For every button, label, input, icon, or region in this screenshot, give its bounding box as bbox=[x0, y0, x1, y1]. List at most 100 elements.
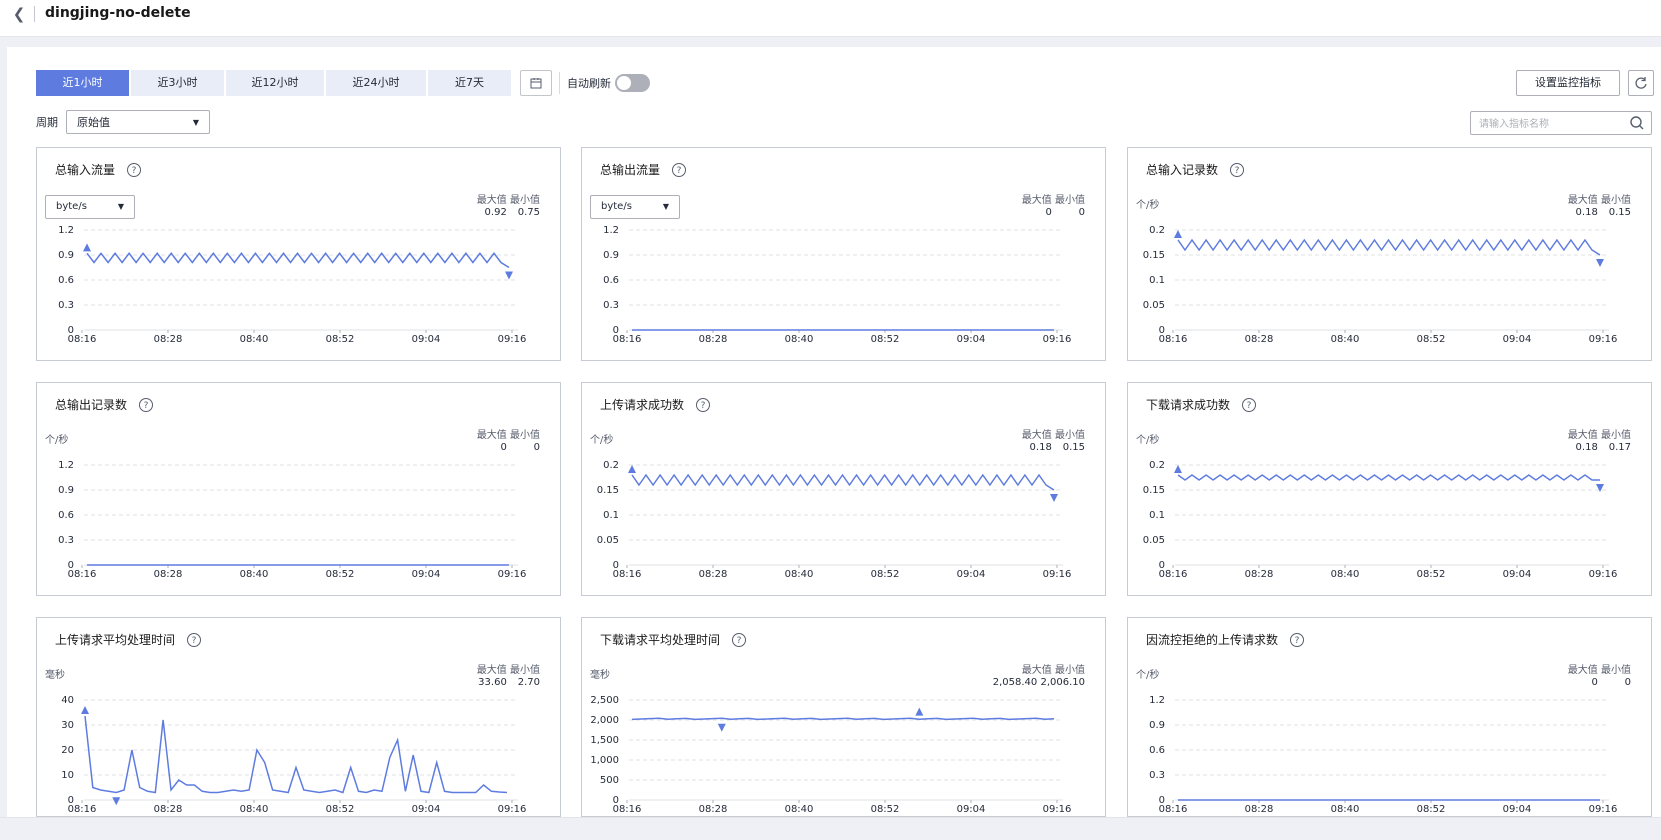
y-tick-label: 0.9 bbox=[58, 485, 74, 496]
series-line[interactable] bbox=[84, 715, 508, 794]
x-tick-label: 08:40 bbox=[1331, 334, 1360, 345]
x-tick-label: 08:16 bbox=[68, 569, 97, 580]
tab-24h[interactable]: 近24小时 bbox=[326, 70, 426, 96]
x-tick-label: 08:16 bbox=[68, 804, 97, 815]
time-range-tabs: 近1小时 近3小时 近12小时 近24小时 近7天 bbox=[36, 70, 513, 96]
period-select[interactable]: 原始值 ▼ bbox=[66, 110, 210, 134]
y-tick-label: 0.3 bbox=[1149, 770, 1165, 781]
auto-refresh-toggle[interactable] bbox=[615, 74, 650, 92]
x-tick-label: 08:52 bbox=[326, 804, 355, 815]
series-line[interactable] bbox=[1177, 238, 1601, 256]
x-tick-label: 09:16 bbox=[498, 804, 527, 815]
min-marker-icon bbox=[717, 723, 726, 732]
y-tick-label: 0.15 bbox=[1143, 485, 1165, 496]
line-chart: 00.30.60.91.208:16 08:28 08:40 08:52 09:04 09… bbox=[58, 460, 526, 580]
series-line[interactable] bbox=[631, 473, 1055, 491]
x-tick-label: 09:04 bbox=[957, 804, 986, 815]
tab-7d[interactable]: 近7天 bbox=[428, 70, 511, 96]
x-tick-label: 09:04 bbox=[412, 334, 441, 345]
y-tick-label: 0.15 bbox=[597, 485, 619, 496]
y-tick-label: 0.2 bbox=[1149, 460, 1165, 471]
line-chart: 00.30.60.91.208:16 08:28 08:40 08:52 09:04 09… bbox=[58, 225, 527, 345]
line-chart: 00.30.60.91.208:16 08:28 08:40 08:52 09:04 09… bbox=[1149, 695, 1617, 815]
x-tick-label: 08:52 bbox=[326, 569, 355, 580]
metric-search[interactable] bbox=[1470, 111, 1652, 135]
x-tick-label: 08:16 bbox=[613, 804, 642, 815]
y-tick-label: 20 bbox=[61, 745, 74, 756]
y-tick-label: 0.9 bbox=[603, 250, 619, 261]
x-tick-label: 08:28 bbox=[699, 569, 728, 580]
max-marker-icon bbox=[81, 706, 89, 714]
metric-card: 下载请求平均处理时间? 毫秒 最大值 最小值 2,058.40 2,006.10 0 50… bbox=[581, 617, 1106, 817]
x-tick-label: 08:40 bbox=[1331, 569, 1360, 580]
max-marker-icon bbox=[915, 707, 924, 716]
line-chart: 00.050.10.150.208:16 08:28 08:40 08:52 09:04… bbox=[1143, 225, 1618, 345]
y-tick-label: 40 bbox=[61, 695, 74, 706]
x-tick-label: 08:16 bbox=[1159, 569, 1188, 580]
x-tick-label: 08:40 bbox=[240, 804, 269, 815]
series-line[interactable] bbox=[631, 717, 1055, 721]
x-tick-label: 08:16 bbox=[613, 334, 642, 345]
x-tick-label: 09:04 bbox=[1503, 569, 1532, 580]
y-tick-label: 2,500 bbox=[590, 695, 619, 706]
y-tick-label: 0.2 bbox=[1149, 225, 1165, 236]
x-tick-label: 08:40 bbox=[240, 569, 269, 580]
x-tick-label: 08:28 bbox=[154, 334, 183, 345]
metric-card: 总输入流量? byte/s ▼ 最大值 最小值 0.92 0.75 0 0.3 0.6 0.9 1… bbox=[36, 147, 561, 361]
search-icon[interactable] bbox=[1629, 115, 1645, 131]
y-tick-label: 1,500 bbox=[590, 735, 619, 746]
x-tick-label: 08:28 bbox=[154, 804, 183, 815]
metric-card: 总输出记录数? 个/秒 最大值 最小值 0 0 0 0.3 0.6 0.9 1.2 08:16 08… bbox=[36, 382, 561, 596]
refresh-icon bbox=[1635, 77, 1647, 89]
x-tick-label: 08:40 bbox=[785, 334, 814, 345]
x-tick-label: 08:16 bbox=[68, 334, 97, 345]
period-value: 原始值 bbox=[77, 116, 110, 129]
y-tick-label: 1.2 bbox=[603, 225, 619, 236]
x-tick-label: 09:04 bbox=[1503, 804, 1532, 815]
y-tick-label: 1.2 bbox=[58, 460, 74, 471]
metric-card: 上传请求成功数? 个/秒 最大值 最小值 0.18 0.15 0 0.05 0.1 0.15 0… bbox=[581, 382, 1106, 596]
y-tick-label: 0.2 bbox=[603, 460, 619, 471]
y-tick-label: 0.9 bbox=[1149, 720, 1165, 731]
min-marker-icon bbox=[505, 271, 513, 280]
auto-refresh-label: 自动刷新 bbox=[567, 77, 611, 90]
tab-3h[interactable]: 近3小时 bbox=[131, 70, 224, 96]
y-tick-label: 0.05 bbox=[1143, 535, 1165, 546]
x-tick-label: 08:16 bbox=[1159, 804, 1188, 815]
x-tick-label: 08:52 bbox=[871, 334, 900, 345]
metric-card: 因流控拒绝的上传请求数? 个/秒 最大值 最小值 0 0 0 0.3 0.6 0.9 1.2 08… bbox=[1127, 617, 1652, 817]
x-tick-label: 09:16 bbox=[1043, 804, 1072, 815]
y-tick-label: 30 bbox=[61, 720, 74, 731]
series-line[interactable] bbox=[1177, 474, 1600, 481]
toggle-knob bbox=[617, 76, 631, 90]
tab-12h[interactable]: 近12小时 bbox=[226, 70, 324, 96]
x-tick-label: 08:28 bbox=[1245, 569, 1274, 580]
y-tick-label: 0.3 bbox=[58, 300, 74, 311]
x-tick-label: 09:04 bbox=[1503, 334, 1532, 345]
x-tick-label: 08:52 bbox=[1417, 334, 1446, 345]
x-tick-label: 09:16 bbox=[498, 334, 527, 345]
x-tick-label: 08:16 bbox=[1159, 334, 1188, 345]
refresh-button[interactable] bbox=[1628, 70, 1654, 96]
set-metrics-button[interactable]: 设置监控指标 bbox=[1516, 70, 1620, 96]
x-tick-label: 09:16 bbox=[1043, 334, 1072, 345]
metric-card: 下载请求成功数? 个/秒 最大值 最小值 0.18 0.17 0 0.05 0.1 0.15 0… bbox=[1127, 382, 1652, 596]
x-tick-label: 09:04 bbox=[412, 804, 441, 815]
calendar-button[interactable] bbox=[520, 70, 552, 96]
x-tick-label: 09:04 bbox=[957, 569, 986, 580]
y-tick-label: 0.6 bbox=[1149, 745, 1165, 756]
metric-search-input[interactable] bbox=[1477, 114, 1631, 134]
divider bbox=[559, 72, 560, 94]
min-marker-icon bbox=[1596, 259, 1604, 267]
top-bar: ❮ dingjing-no-delete bbox=[0, 0, 1661, 37]
metric-card: 上传请求平均处理时间? 毫秒 最大值 最小值 33.60 2.70 0 10 20 30 40 0… bbox=[36, 617, 561, 817]
y-tick-label: 0.6 bbox=[58, 510, 74, 521]
line-chart: 05001,0001,5002,0002,50008:16 08:28 08:40 0… bbox=[590, 695, 1072, 815]
y-tick-label: 10 bbox=[61, 770, 74, 781]
back-arrow-icon[interactable]: ❮ bbox=[12, 4, 26, 24]
y-tick-label: 1.2 bbox=[1149, 695, 1165, 706]
line-chart: 00.30.60.91.208:16 08:28 08:40 08:52 09:04 09… bbox=[603, 225, 1072, 345]
x-tick-label: 08:52 bbox=[1417, 569, 1446, 580]
tab-1h[interactable]: 近1小时 bbox=[36, 70, 129, 96]
x-tick-label: 08:16 bbox=[613, 569, 642, 580]
